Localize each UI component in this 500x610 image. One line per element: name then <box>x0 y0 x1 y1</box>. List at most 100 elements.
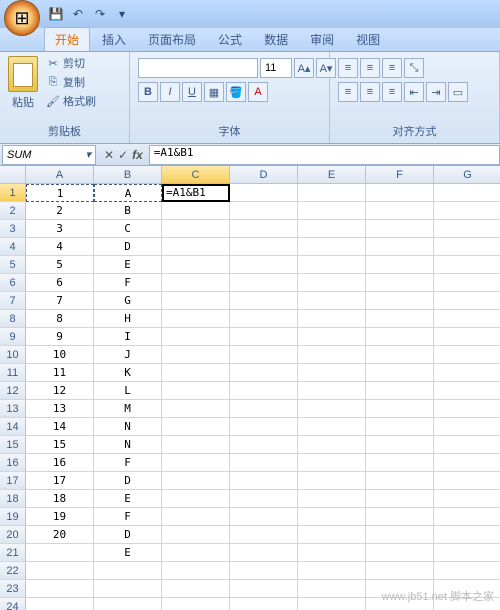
cell[interactable]: F <box>94 454 162 472</box>
cell[interactable] <box>434 472 500 490</box>
cancel-formula-button[interactable]: ✕ <box>104 148 114 162</box>
cell[interactable] <box>434 562 500 580</box>
cell[interactable] <box>162 202 230 220</box>
cut-button[interactable]: ✂剪切 <box>44 54 98 72</box>
tab-4[interactable]: 数据 <box>254 28 298 51</box>
cell[interactable] <box>434 292 500 310</box>
cell[interactable] <box>94 598 162 610</box>
cell[interactable] <box>298 490 366 508</box>
cell[interactable] <box>434 544 500 562</box>
cell[interactable] <box>230 454 298 472</box>
row-header[interactable]: 10 <box>0 346 26 364</box>
grow-font-button[interactable]: A▴ <box>294 58 314 78</box>
cell[interactable] <box>298 256 366 274</box>
row-header[interactable]: 18 <box>0 490 26 508</box>
cell[interactable] <box>366 508 434 526</box>
cell[interactable] <box>366 364 434 382</box>
underline-button[interactable]: U <box>182 82 202 102</box>
format-painter-button[interactable]: 🖌格式刷 <box>44 92 98 110</box>
cell[interactable] <box>366 544 434 562</box>
cell[interactable] <box>298 292 366 310</box>
copy-button[interactable]: ⎘复制 <box>44 73 98 91</box>
cell[interactable]: F <box>94 508 162 526</box>
tab-2[interactable]: 页面布局 <box>138 28 206 51</box>
cell[interactable] <box>162 256 230 274</box>
cell[interactable] <box>162 598 230 610</box>
cell[interactable] <box>162 562 230 580</box>
cell[interactable]: E <box>94 256 162 274</box>
cell[interactable]: 10 <box>26 346 94 364</box>
cell[interactable]: M <box>94 400 162 418</box>
border-button[interactable]: ▦ <box>204 82 224 102</box>
cell[interactable] <box>162 310 230 328</box>
cell[interactable] <box>366 346 434 364</box>
cell[interactable]: K <box>94 364 162 382</box>
cell[interactable] <box>162 490 230 508</box>
cell[interactable] <box>230 400 298 418</box>
cell[interactable] <box>162 364 230 382</box>
cell[interactable] <box>162 238 230 256</box>
cell[interactable] <box>366 274 434 292</box>
row-header[interactable]: 6 <box>0 274 26 292</box>
cell[interactable] <box>434 508 500 526</box>
merge-button[interactable]: ▭ <box>448 82 468 102</box>
cell[interactable] <box>434 526 500 544</box>
cell[interactable] <box>434 364 500 382</box>
row-header[interactable]: 22 <box>0 562 26 580</box>
cell[interactable] <box>230 526 298 544</box>
cell[interactable] <box>230 544 298 562</box>
row-header[interactable]: 24 <box>0 598 26 610</box>
tab-6[interactable]: 视图 <box>346 28 390 51</box>
cell[interactable] <box>366 202 434 220</box>
cell[interactable] <box>366 184 434 202</box>
cell[interactable] <box>434 490 500 508</box>
cell[interactable] <box>434 310 500 328</box>
cell[interactable] <box>230 274 298 292</box>
cell[interactable]: N <box>94 418 162 436</box>
cell[interactable]: 17 <box>26 472 94 490</box>
cell[interactable] <box>298 346 366 364</box>
cell[interactable] <box>230 256 298 274</box>
column-header[interactable]: D <box>230 166 298 184</box>
cell[interactable]: 15 <box>26 436 94 454</box>
cell[interactable] <box>366 310 434 328</box>
align-left-button[interactable]: ≡ <box>338 82 358 102</box>
cell[interactable]: D <box>94 238 162 256</box>
cell[interactable]: H <box>94 310 162 328</box>
cell[interactable]: 3 <box>26 220 94 238</box>
tab-5[interactable]: 审阅 <box>300 28 344 51</box>
cell[interactable] <box>230 508 298 526</box>
cell[interactable]: C <box>94 220 162 238</box>
cell[interactable] <box>366 400 434 418</box>
cell[interactable]: D <box>94 526 162 544</box>
cell[interactable] <box>230 364 298 382</box>
font-size-combo[interactable]: 11 <box>260 58 292 78</box>
row-header[interactable]: 5 <box>0 256 26 274</box>
column-header[interactable]: G <box>434 166 500 184</box>
cell[interactable] <box>298 562 366 580</box>
save-icon[interactable]: 💾 <box>48 6 64 22</box>
cell[interactable]: 8 <box>26 310 94 328</box>
cell[interactable] <box>298 202 366 220</box>
cell[interactable] <box>434 436 500 454</box>
cell[interactable] <box>230 418 298 436</box>
cell[interactable] <box>298 544 366 562</box>
cell[interactable] <box>366 454 434 472</box>
cell[interactable] <box>366 418 434 436</box>
cell[interactable]: J <box>94 346 162 364</box>
undo-icon[interactable]: ↶ <box>70 6 86 22</box>
cell[interactable] <box>162 418 230 436</box>
cell[interactable] <box>230 436 298 454</box>
cell[interactable] <box>162 544 230 562</box>
cell[interactable] <box>434 202 500 220</box>
cell[interactable] <box>230 238 298 256</box>
cell[interactable]: 19 <box>26 508 94 526</box>
row-header[interactable]: 16 <box>0 454 26 472</box>
column-header[interactable]: B <box>94 166 162 184</box>
cell[interactable] <box>230 490 298 508</box>
cell[interactable] <box>26 580 94 598</box>
cell[interactable] <box>162 346 230 364</box>
row-header[interactable]: 20 <box>0 526 26 544</box>
cell[interactable] <box>298 508 366 526</box>
cell[interactable]: =A1&B1 <box>162 184 230 202</box>
